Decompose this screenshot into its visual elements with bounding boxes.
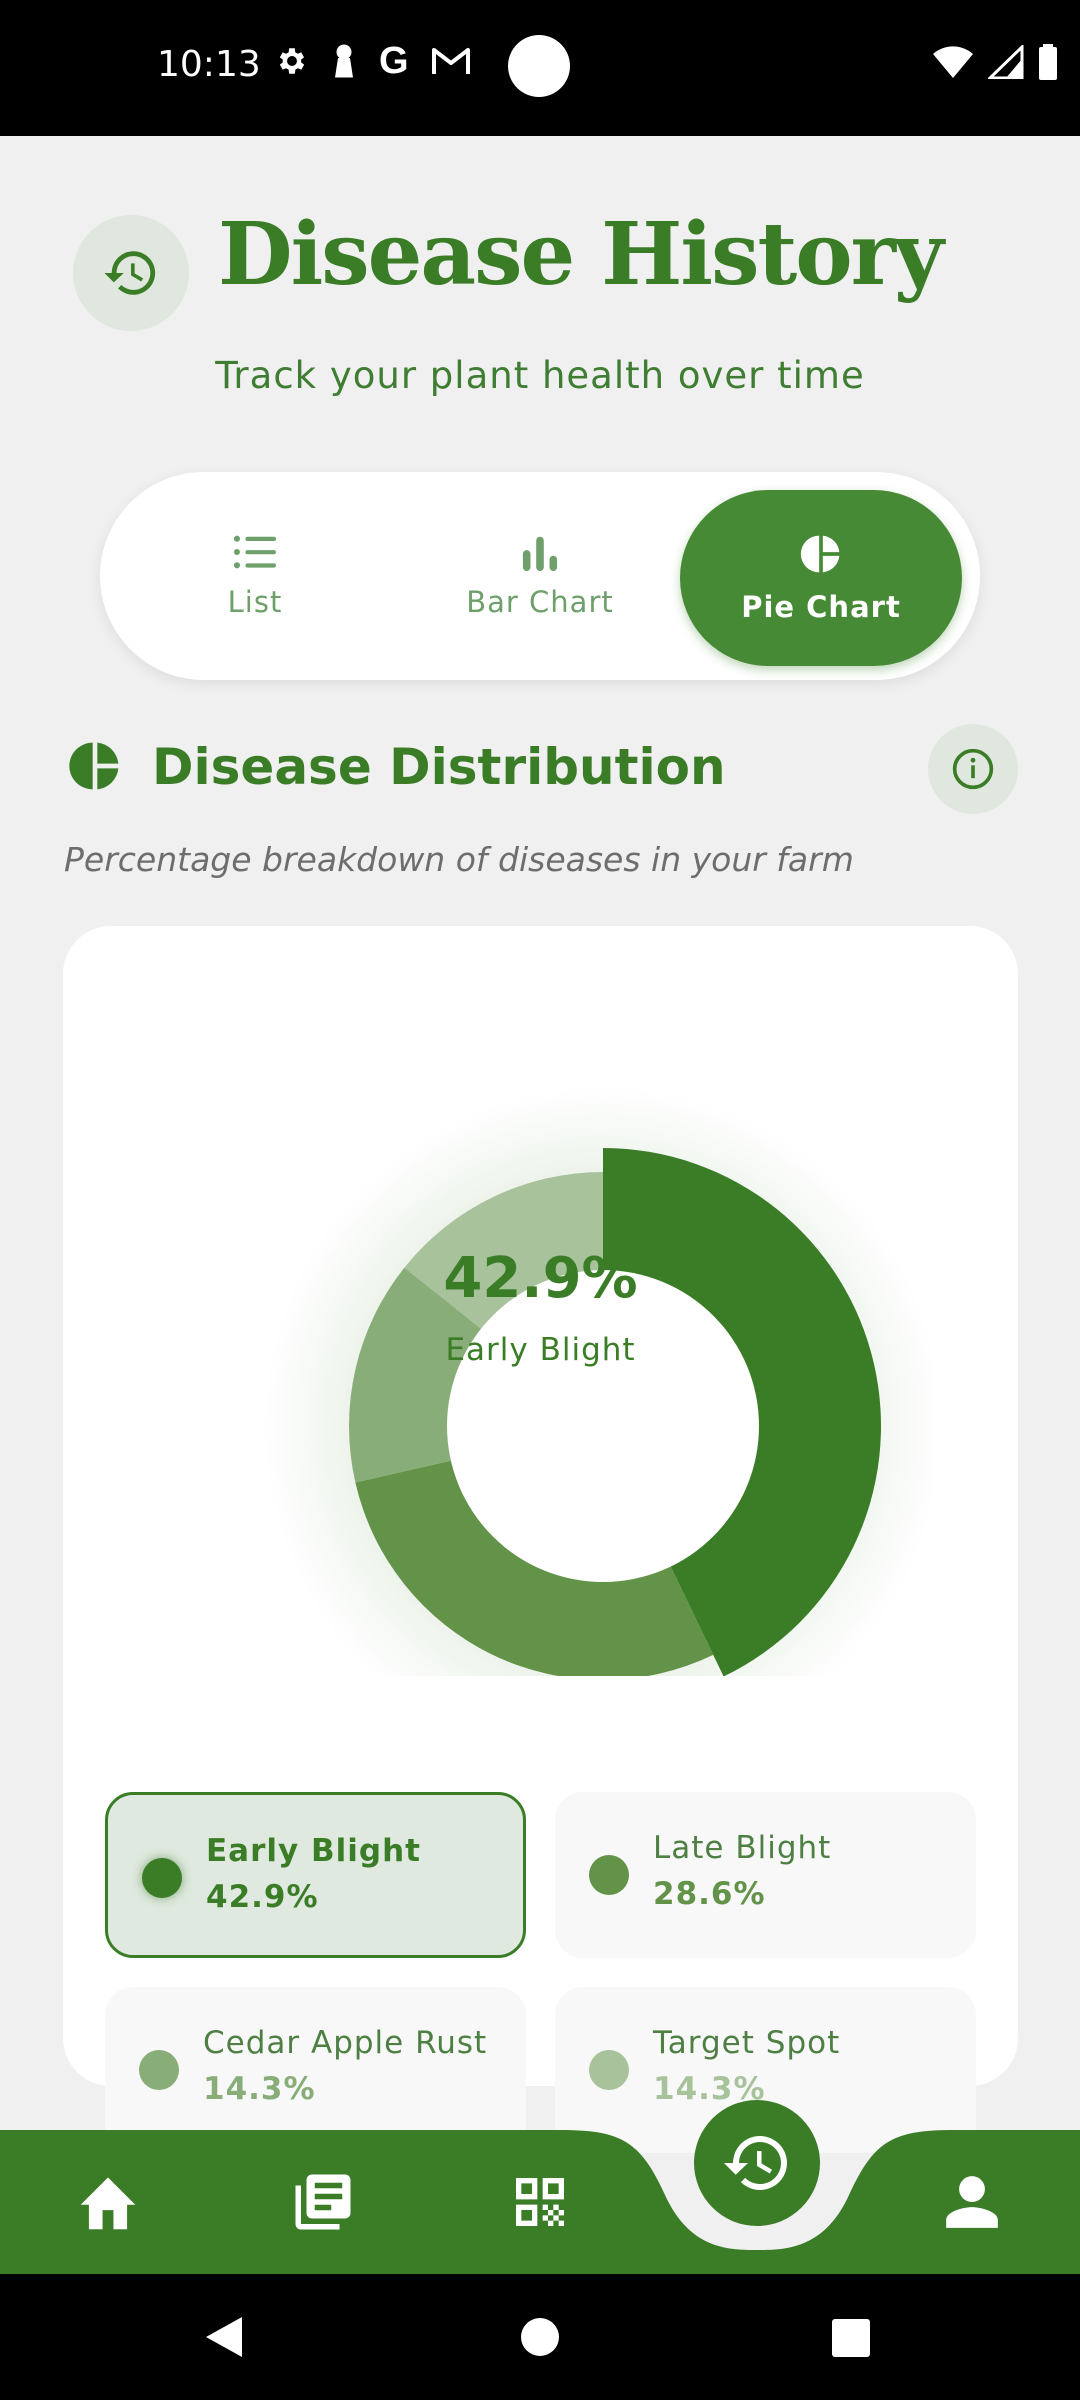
donut-center-label: Early Blight (445, 1332, 636, 1368)
status-notification-icons: G (275, 42, 471, 80)
system-navigation-bar (0, 2274, 1080, 2400)
legend-name: Late Blight (653, 1830, 832, 1866)
nav-home[interactable] (48, 2130, 168, 2274)
gmail-icon (431, 48, 470, 74)
news-icon (295, 2174, 351, 2230)
page-subtitle: Track your plant health over time (215, 354, 865, 397)
history-header-button[interactable] (73, 215, 189, 331)
status-system-icons (932, 44, 1058, 80)
legend-dot (142, 1858, 182, 1898)
section-description: Percentage breakdown of diseases in your… (64, 840, 854, 879)
tab-pie-chart[interactable]: Pie Chart (680, 490, 962, 666)
page-title: Disease History (218, 204, 944, 305)
nav-history[interactable] (694, 2100, 820, 2226)
legend-name: Early Blight (206, 1833, 421, 1869)
profile-icon (946, 2176, 998, 2228)
app-screen: Disease History Track your plant health … (0, 136, 1080, 2153)
history-icon (104, 251, 156, 295)
home-circle-icon[interactable] (520, 2317, 560, 2357)
google-icon: G (379, 40, 409, 82)
view-tabs: List Bar Chart Pie Chart (100, 472, 980, 680)
pie-chart-icon (69, 742, 119, 790)
settings-gear-icon (279, 48, 305, 74)
status-bar: 10:13 G (0, 0, 1080, 136)
chart-card: 42.9% Early Blight Early Blight 42.9% La… (63, 926, 1018, 2153)
wifi-icon (933, 46, 973, 78)
donut-hole (447, 1270, 759, 1582)
signal-icon (988, 45, 1024, 79)
legend-dot (139, 2050, 179, 2090)
legend-percentage: 28.6% (653, 1876, 766, 1912)
status-time: 10:13 (157, 44, 261, 85)
nav-profile[interactable] (912, 2130, 1032, 2274)
info-icon (952, 748, 994, 790)
legend-percentage: 42.9% (206, 1879, 319, 1915)
legend-name: Target Spot (653, 2025, 841, 2061)
history-icon (724, 2136, 787, 2190)
tab-list[interactable]: List (130, 472, 380, 680)
legend-dot (589, 2050, 629, 2090)
legend-name: Cedar Apple Rust (203, 2025, 488, 2061)
qr-scan-icon (516, 2178, 564, 2226)
legend-item-early-blight[interactable]: Early Blight 42.9% (105, 1792, 526, 1958)
legend-dot (589, 1855, 629, 1895)
home-icon (80, 2177, 136, 2230)
bottom-nav (0, 2130, 1080, 2274)
camera-dot-icon (508, 35, 570, 97)
tab-pie-chart-label: Pie Chart (741, 590, 901, 624)
back-icon[interactable] (204, 2315, 244, 2359)
recents-icon[interactable] (831, 2318, 871, 2358)
battery-icon (1039, 44, 1057, 80)
bar-chart-icon (522, 536, 558, 571)
tab-bar-chart[interactable]: Bar Chart (410, 472, 670, 680)
nav-news[interactable] (263, 2130, 383, 2274)
section-title: Disease Distribution (152, 738, 726, 796)
keyhole-icon (335, 44, 353, 78)
nav-scan[interactable] (480, 2130, 600, 2274)
tab-list-label: List (227, 585, 283, 619)
legend-item-late-blight[interactable]: Late Blight 28.6% (555, 1792, 976, 1958)
tab-bar-chart-label: Bar Chart (466, 585, 614, 619)
info-button[interactable] (928, 724, 1018, 814)
donut-center-value: 42.9% (443, 1246, 638, 1311)
pie-chart-icon (800, 535, 840, 573)
list-icon (233, 535, 276, 569)
